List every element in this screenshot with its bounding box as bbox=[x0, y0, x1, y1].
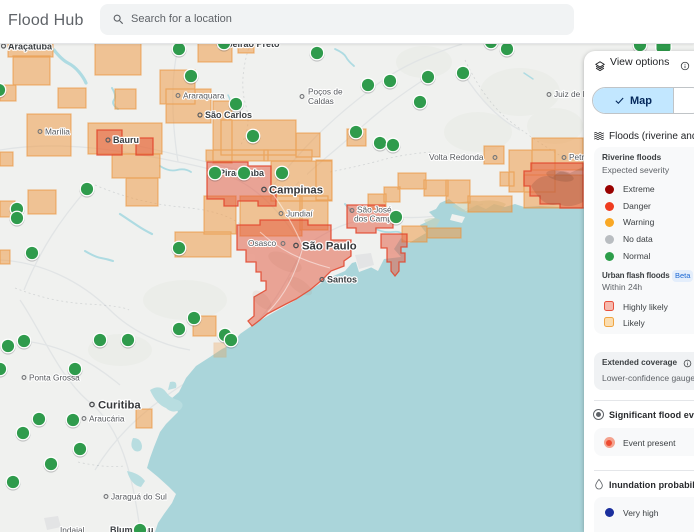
svg-text:Santos: Santos bbox=[327, 275, 357, 285]
svg-text:Indaial: Indaial bbox=[60, 525, 85, 532]
svg-text:São Carlos: São Carlos bbox=[205, 110, 252, 120]
svg-text:Jundiaí: Jundiaí bbox=[286, 209, 313, 219]
svg-text:Marília: Marília bbox=[45, 127, 70, 137]
svg-text:Osasco: Osasco bbox=[248, 238, 277, 248]
svg-text:Caldas: Caldas bbox=[308, 96, 334, 106]
svg-text:Bauru: Bauru bbox=[113, 135, 139, 145]
svg-text:Campinas: Campinas bbox=[269, 185, 323, 197]
svg-text:Araraquara: Araraquara bbox=[183, 91, 225, 101]
svg-text:Jaraguá do Sul: Jaraguá do Sul bbox=[111, 492, 167, 502]
svg-text:Araucária: Araucária bbox=[89, 414, 125, 424]
svg-text:Curitiba: Curitiba bbox=[98, 400, 141, 412]
svg-text:Volta Redonda: Volta Redonda bbox=[429, 152, 484, 162]
svg-text:Poços de: Poços de bbox=[308, 87, 343, 97]
svg-text:São Paulo: São Paulo bbox=[302, 241, 357, 253]
